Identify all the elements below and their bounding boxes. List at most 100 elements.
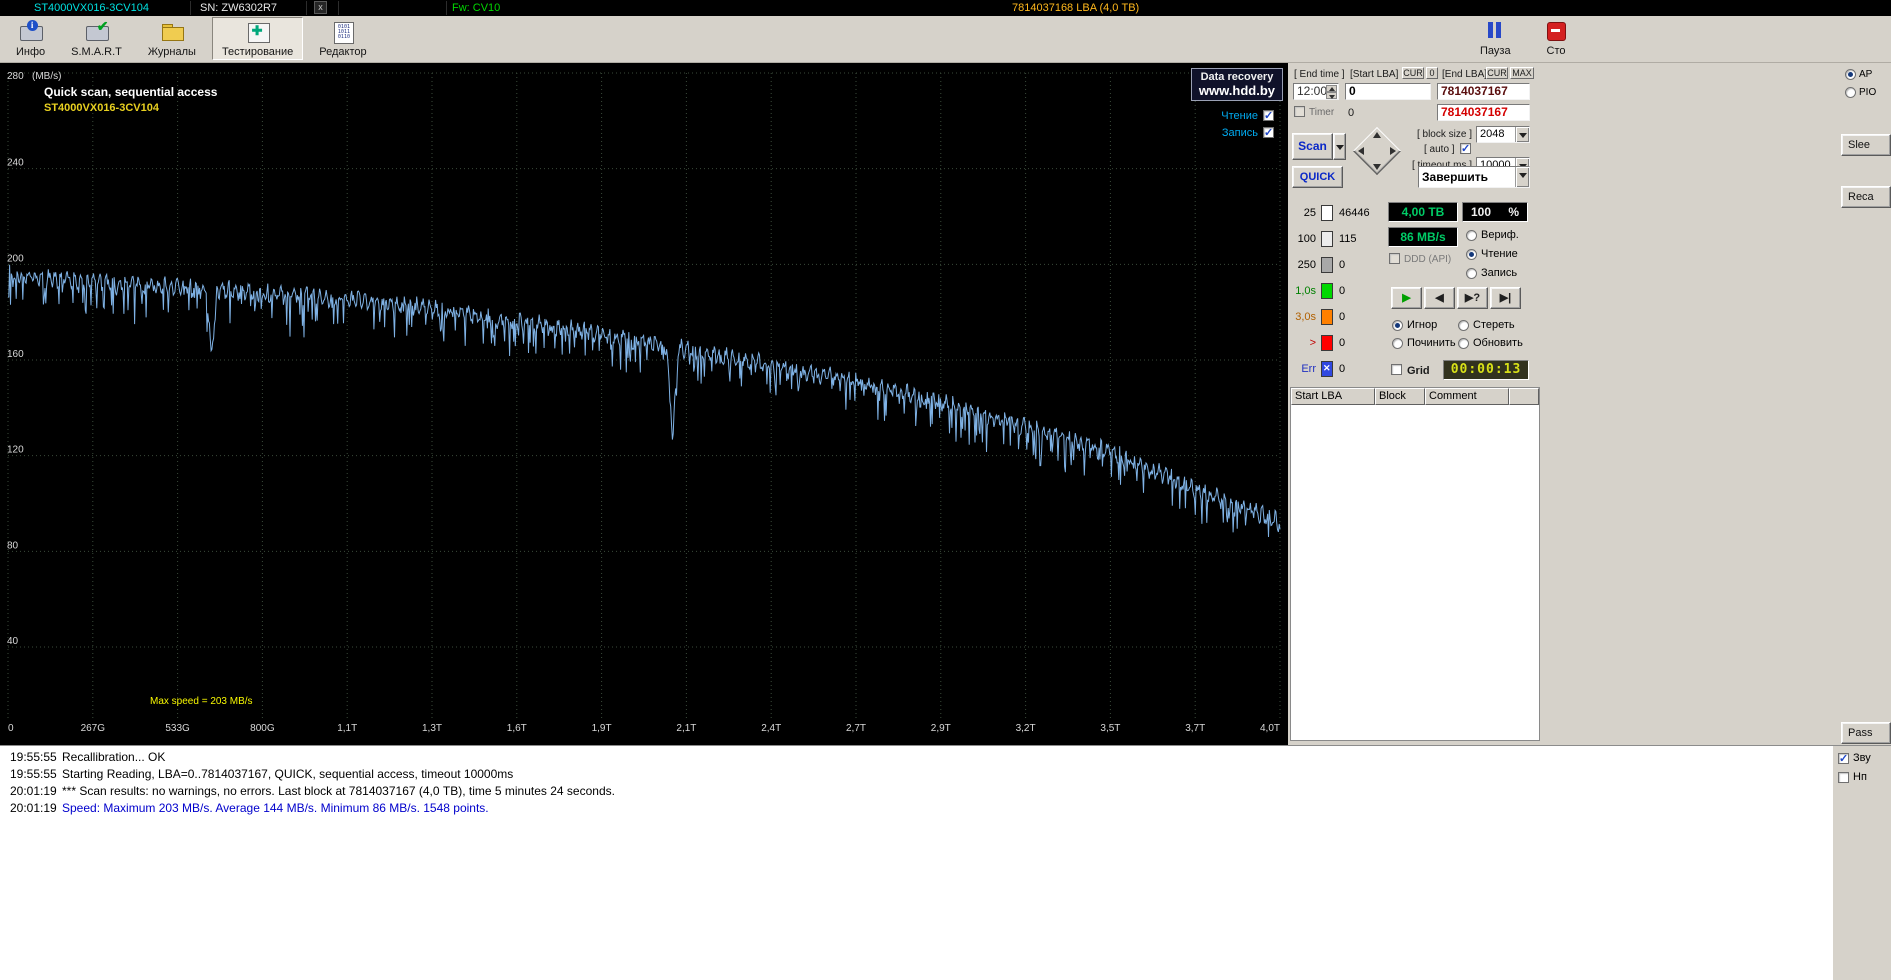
chevron-down-icon[interactable] xyxy=(1515,127,1529,142)
start-lba-cur-button[interactable]: CUR xyxy=(1402,67,1424,79)
log-text: *** Scan results: no warnings, no errors… xyxy=(62,784,615,798)
arrow-right-icon[interactable] xyxy=(1390,147,1396,155)
percent-lcd: 100 % xyxy=(1462,202,1528,222)
finish-select[interactable]: Завершить xyxy=(1418,166,1530,188)
toolbar-test[interactable]: Тестирование xyxy=(212,17,303,60)
timer-end-lba: 7814037167 xyxy=(1437,104,1530,121)
arrow-up-icon[interactable] xyxy=(1373,132,1381,138)
playback-to-end-button[interactable]: ▶| xyxy=(1490,287,1521,309)
action-radio-erase[interactable]: Стереть xyxy=(1458,319,1515,331)
radio-icon xyxy=(1392,320,1403,331)
toolbar-smart[interactable]: S.M.A.R.T xyxy=(61,17,132,60)
playback-start-button[interactable]: ▶ xyxy=(1391,287,1422,309)
checkbox-icon xyxy=(1838,753,1849,764)
arrow-left-icon[interactable] xyxy=(1358,147,1364,155)
graph-legend: ЧтениеЗапись xyxy=(1221,107,1274,141)
start-lba-zero-button[interactable]: 0 xyxy=(1426,67,1438,79)
histogram-count: 0 xyxy=(1339,311,1345,323)
api-radio[interactable]: AP xyxy=(1845,69,1872,80)
legend-checkbox[interactable] xyxy=(1263,110,1274,121)
chevron-down-icon[interactable] xyxy=(1515,167,1529,187)
end-lba-input[interactable]: 7814037167 xyxy=(1437,83,1530,100)
action-radio-ignore[interactable]: Игнор xyxy=(1392,319,1437,331)
finish-value: Завершить xyxy=(1422,170,1488,184)
end-lba-max-button[interactable]: MAX xyxy=(1510,67,1534,79)
radio-label: Запись xyxy=(1481,267,1517,279)
radio-label: Починить xyxy=(1407,337,1456,349)
scan-dropdown-button[interactable] xyxy=(1333,133,1346,160)
svg-text:267G: 267G xyxy=(81,723,106,734)
toolbar-stop[interactable]: Сто xyxy=(1544,19,1568,57)
end-time-input[interactable]: 12:00 xyxy=(1293,83,1339,100)
svg-text:80: 80 xyxy=(7,540,19,551)
histogram-color-box xyxy=(1321,309,1333,325)
histogram-threshold-label: Err xyxy=(1290,363,1316,375)
arrow-down-icon[interactable] xyxy=(1373,164,1381,170)
grid-label: Grid xyxy=(1407,365,1430,377)
histogram-color-box xyxy=(1321,257,1333,273)
end-time-label: [ End time ] xyxy=(1294,69,1345,80)
action-radio-refresh[interactable]: Обновить xyxy=(1458,337,1523,349)
mode-radio-read[interactable]: Чтение xyxy=(1466,248,1518,260)
defect-table[interactable]: Start LBABlockComment xyxy=(1290,387,1540,741)
titlebar-model: ST4000VX016-3CV104 xyxy=(34,0,149,16)
svg-text:1,3T: 1,3T xyxy=(422,723,442,734)
log-line: 20:01:19Speed: Maximum 203 MB/s. Average… xyxy=(10,801,1833,818)
playback-next-error-button[interactable]: ▶? xyxy=(1457,287,1488,309)
recall-button[interactable]: Reca xyxy=(1841,186,1891,208)
legend-checkbox[interactable] xyxy=(1263,127,1274,138)
table-header-comment[interactable]: Comment xyxy=(1425,388,1509,405)
toolbar-editor[interactable]: Редактор xyxy=(309,17,376,60)
radio-icon xyxy=(1458,338,1469,349)
table-header-start-lba[interactable]: Start LBA xyxy=(1291,388,1375,405)
sound-label: Зву xyxy=(1853,752,1871,764)
block-size-label: [ block size ] xyxy=(1406,129,1472,140)
mode-radio-write[interactable]: Запись xyxy=(1466,267,1517,279)
toolbar-logs[interactable]: Журналы xyxy=(138,17,206,60)
np-checkbox[interactable]: Нп xyxy=(1838,771,1867,783)
radio-icon xyxy=(1466,230,1477,241)
toolbar-pause[interactable]: Пауза xyxy=(1480,19,1511,57)
radio-label: Чтение xyxy=(1481,248,1518,260)
sleep-button[interactable]: Slee xyxy=(1841,134,1891,156)
auto-checkbox[interactable] xyxy=(1460,143,1471,154)
playback-rewind-button[interactable]: ◀ xyxy=(1424,287,1455,309)
watermark-line1: Data recovery xyxy=(1199,71,1275,83)
histogram-threshold-label: 3,0s xyxy=(1290,311,1316,323)
pio-radio-label: PIO xyxy=(1859,87,1876,98)
quick-button[interactable]: QUICK xyxy=(1292,166,1343,188)
speed-lcd: 86 MB/s xyxy=(1388,227,1458,247)
block-size-select[interactable]: 2048 xyxy=(1476,126,1530,143)
spinner-down-icon[interactable] xyxy=(1326,92,1337,99)
graph-subtitle: ST4000VX016-3CV104 xyxy=(44,102,159,114)
radio-icon xyxy=(1458,320,1469,331)
close-icon[interactable]: x xyxy=(314,1,327,14)
stop-icon xyxy=(1544,19,1568,43)
scan-button[interactable]: Scan xyxy=(1292,133,1333,160)
passport-button[interactable]: Pass xyxy=(1841,722,1891,744)
spinner-up-icon[interactable] xyxy=(1326,85,1337,92)
ddd-api-checkbox[interactable] xyxy=(1389,253,1400,264)
grid-checkbox[interactable] xyxy=(1391,364,1402,375)
svg-text:0: 0 xyxy=(8,723,14,734)
log-area[interactable]: 19:55:55Recallibration... OK19:55:55Star… xyxy=(0,745,1833,980)
api-radio-label: AP xyxy=(1859,69,1872,80)
radio-label: Обновить xyxy=(1473,337,1523,349)
pio-radio[interactable]: PIO xyxy=(1845,87,1876,98)
histogram-row: Err0 xyxy=(1290,359,1390,385)
action-radio-repair[interactable]: Починить xyxy=(1392,337,1456,349)
end-lba-cur-button[interactable]: CUR xyxy=(1486,67,1508,79)
log-time: 20:01:19 xyxy=(10,801,62,815)
toolbar-info[interactable]: Инфо xyxy=(6,17,55,60)
radio-label: Вериф. xyxy=(1481,229,1519,241)
mode-radio-verify[interactable]: Вериф. xyxy=(1466,229,1519,241)
log-line: 19:55:55Recallibration... OK xyxy=(10,750,1833,767)
sound-checkbox[interactable]: Зву xyxy=(1838,752,1871,764)
start-lba-input[interactable]: 0 xyxy=(1345,83,1431,100)
table-header-block[interactable]: Block xyxy=(1375,388,1425,405)
toolbar-label: Инфо xyxy=(16,46,45,58)
radio-label: Игнор xyxy=(1407,319,1437,331)
timer-checkbox[interactable] xyxy=(1294,106,1305,117)
svg-text:2,4T: 2,4T xyxy=(761,723,781,734)
table-header-spacer[interactable] xyxy=(1509,388,1539,405)
